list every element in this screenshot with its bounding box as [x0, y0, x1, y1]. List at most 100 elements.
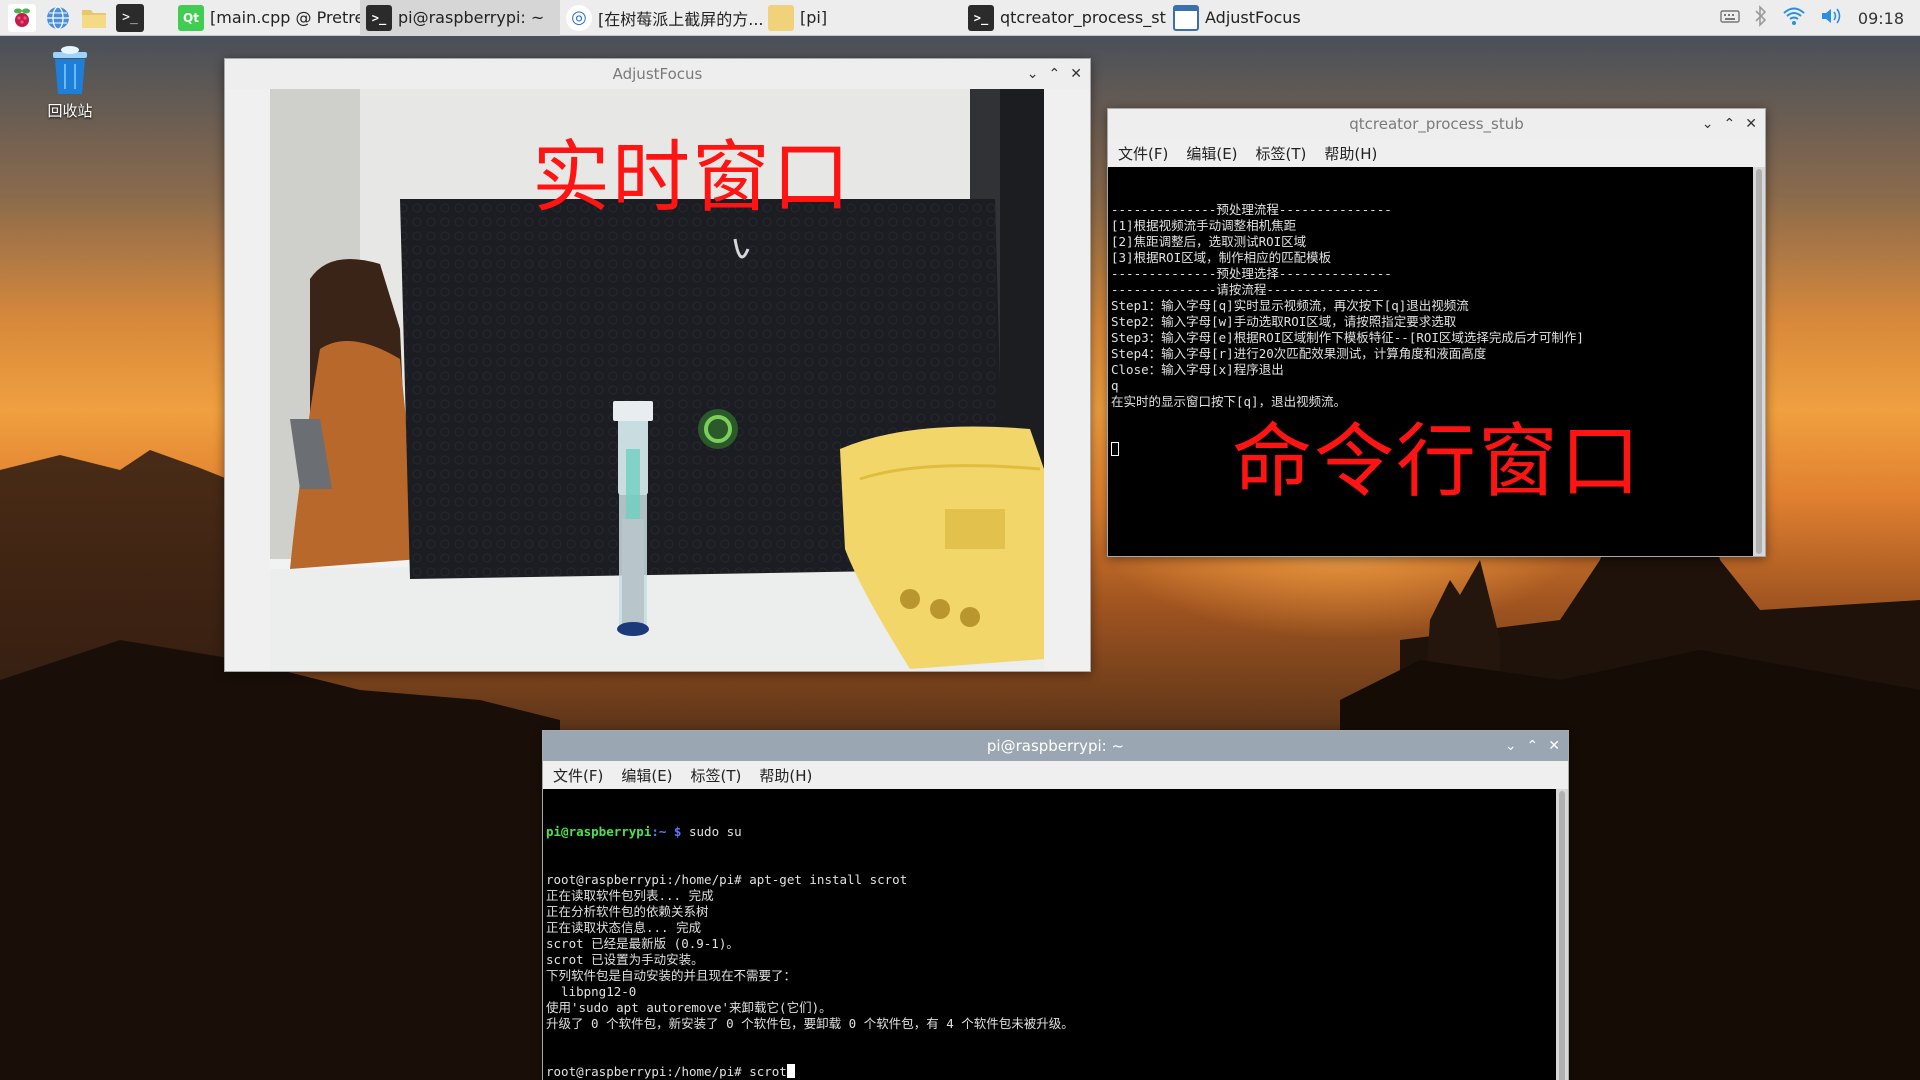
prompt-command: sudo su: [681, 824, 742, 839]
trash-icon: [53, 46, 87, 94]
taskbar: >_ Qt [main.cpp @ Pretreat... >_ pi@raspber…: [0, 0, 1920, 36]
terminal-line: 升级了 0 个软件包，新安装了 0 个软件包，要卸载 0 个软件包，有 4 个软…: [546, 1016, 1074, 1031]
prompt-user: pi@raspberrypi: [546, 824, 652, 839]
current-command: root@raspberrypi:/home/pi# scrot: [546, 1064, 787, 1079]
raspberry-menu-icon[interactable]: [8, 3, 36, 32]
scrollbar-thumb[interactable]: [1756, 169, 1762, 554]
window-controls: ⌄ ⌃ ✕: [1702, 109, 1757, 139]
terminal-line: Step4：输入字母[r]进行20次匹配效果测试，计算角度和液面高度: [1111, 346, 1487, 361]
menu-edit[interactable]: 编辑(E): [1186, 143, 1237, 164]
taskbar-task[interactable]: ◎ [在树莓派上截屏的方...: [560, 0, 762, 36]
web-browser-icon[interactable]: [44, 4, 72, 32]
command-window-label: 命令行窗口: [1232, 415, 1642, 508]
terminal-line: 正在读取软件包列表... 完成: [546, 888, 714, 903]
vertical-scrollbar[interactable]: [1753, 167, 1765, 556]
text-cursor: [786, 1064, 795, 1078]
menu-file[interactable]: 文件(F): [553, 765, 603, 786]
video-frame: 实时窗口: [270, 89, 1044, 671]
terminal-line: 正在读取状态信息... 完成: [546, 920, 702, 935]
terminal-line: [2]焦距调整后，选取测试ROI区域: [1111, 234, 1307, 249]
process-stub-titlebar[interactable]: qtcreator_process_stub ⌄ ⌃ ✕: [1108, 109, 1765, 139]
terminal-line: q: [1111, 378, 1119, 393]
task-label: qtcreator_process_stub: [1000, 8, 1167, 27]
maximize-icon[interactable]: ⌃: [1049, 66, 1061, 82]
menu-edit[interactable]: 编辑(E): [621, 765, 672, 786]
taskbar-task[interactable]: >_ qtcreator_process_stub: [962, 0, 1167, 36]
window-controls: ⌄ ⌃ ✕: [1027, 59, 1082, 89]
menu-help[interactable]: 帮助(H): [759, 765, 812, 786]
bluetooth-icon[interactable]: [1754, 5, 1768, 31]
taskbar-task[interactable]: AdjustFocus: [1167, 0, 1367, 36]
terminal-line: 正在分析软件包的依赖关系树: [546, 904, 709, 919]
window-controls: ⌄ ⌃ ✕: [1505, 731, 1560, 761]
terminal-line: root@raspberrypi:/home/pi# apt-get insta…: [546, 872, 908, 887]
terminal-line: --------------预处理选择---------------: [1111, 266, 1392, 281]
maximize-icon[interactable]: ⌃: [1527, 738, 1539, 754]
prompt-path: :~ $: [651, 824, 682, 839]
vertical-scrollbar[interactable]: [1556, 789, 1568, 1080]
terminal-line: libpng12-0: [546, 984, 637, 999]
taskbar-task[interactable]: [pi]: [762, 0, 962, 36]
process-stub-terminal[interactable]: --------------预处理流程--------------- [1]根据视…: [1108, 167, 1765, 556]
window-title: qtcreator_process_stub: [1349, 115, 1524, 133]
trash-label: 回收站: [47, 102, 93, 120]
window-title: pi@raspberrypi: ~: [986, 737, 1125, 755]
terminal-line: Step2：输入字母[w]手动选取ROI区域，请按照指定要求选取: [1111, 314, 1457, 329]
terminal-line: Step1：输入字母[q]实时显示视频流，再次按下[q]退出视频流: [1111, 298, 1469, 313]
trash-desktop-icon[interactable]: 回收站: [36, 44, 104, 121]
task-label: pi@raspberrypi: ~: [398, 8, 545, 27]
terminal-icon[interactable]: >_: [116, 3, 144, 32]
window-title: AdjustFocus: [612, 65, 703, 83]
realtime-window-label: 实时窗口: [532, 133, 853, 223]
task-label: [在树莓派上截屏的方...: [598, 9, 762, 29]
terminal-line: [1]根据视频流手动调整相机焦距: [1111, 218, 1297, 233]
process-stub-window: qtcreator_process_stub ⌄ ⌃ ✕ 文件(F) 编辑(E)…: [1107, 108, 1766, 557]
terminal-line: [3]根据ROI区域，制作相应的匹配模板: [1111, 250, 1332, 265]
terminal-icon: >_: [366, 4, 392, 31]
menu-tabs[interactable]: 标签(T): [691, 765, 742, 786]
terminal-line: 在实时的显示窗口按下[q]，退出视频流。: [1111, 394, 1347, 409]
taskbar-task[interactable]: >_ pi@raspberrypi: ~: [360, 0, 560, 36]
keyboard-icon[interactable]: [1720, 8, 1740, 28]
close-icon[interactable]: ✕: [1548, 738, 1560, 754]
file-manager-icon[interactable]: [80, 4, 108, 32]
terminal-window: pi@raspberrypi: ~ ⌄ ⌃ ✕ 文件(F) 编辑(E) 标签(T…: [542, 730, 1569, 1080]
text-cursor: [1111, 442, 1119, 456]
close-icon[interactable]: ✕: [1745, 116, 1757, 132]
close-icon[interactable]: ✕: [1070, 66, 1082, 82]
minimize-icon[interactable]: ⌄: [1027, 66, 1039, 82]
menu-tabs[interactable]: 标签(T): [1256, 143, 1307, 164]
minimize-icon[interactable]: ⌄: [1505, 738, 1517, 754]
scrollbar-thumb[interactable]: [1559, 791, 1565, 1080]
clock[interactable]: 09:18: [1858, 9, 1904, 28]
terminal-line: 下列软件包是自动安装的并且现在不需要了：: [546, 968, 797, 983]
terminal-area[interactable]: pi@raspberrypi:~ $ sudo su root@raspberr…: [543, 789, 1568, 1080]
qt-icon: Qt: [178, 4, 204, 31]
chromium-icon: ◎: [566, 4, 592, 31]
menu-file[interactable]: 文件(F): [1118, 143, 1168, 164]
terminal-line: scrot 已设置为手动安装。: [546, 952, 704, 967]
adjustfocus-window: AdjustFocus ⌄ ⌃ ✕ 实时窗口: [224, 58, 1091, 672]
task-label: [main.cpp @ Pretreat...: [210, 8, 360, 27]
folder-icon: [768, 4, 794, 31]
window-icon: [1173, 4, 1199, 31]
menu-help[interactable]: 帮助(H): [1324, 143, 1377, 164]
wifi-icon[interactable]: [1782, 6, 1806, 30]
volume-icon[interactable]: [1820, 6, 1844, 30]
terminal-line: --------------请按流程---------------: [1111, 282, 1380, 297]
terminal-output: --------------预处理流程--------------- [1]根据视…: [1111, 202, 1762, 410]
minimize-icon[interactable]: ⌄: [1702, 116, 1714, 132]
terminal-output: root@raspberrypi:/home/pi# apt-get insta…: [546, 872, 1565, 1032]
terminal-line: scrot 已经是最新版 (0.9-1)。: [546, 936, 739, 951]
terminal-line: Close：输入字母[x]程序退出: [1111, 362, 1284, 377]
terminal-current-line: root@raspberrypi:/home/pi# scrot: [546, 1064, 1565, 1080]
taskbar-task[interactable]: Qt [main.cpp @ Pretreat...: [172, 0, 360, 36]
terminal-line: Step3：输入字母[e]根据ROI区域制作下模板特征--[ROI区域选择完成后…: [1111, 330, 1584, 345]
task-list: Qt [main.cpp @ Pretreat... >_ pi@raspberryp…: [172, 0, 1367, 36]
maximize-icon[interactable]: ⌃: [1724, 116, 1736, 132]
adjustfocus-titlebar[interactable]: AdjustFocus ⌄ ⌃ ✕: [225, 59, 1090, 89]
task-label: [pi]: [800, 8, 828, 27]
terminal-titlebar[interactable]: pi@raspberrypi: ~ ⌄ ⌃ ✕: [543, 731, 1568, 761]
task-label: AdjustFocus: [1205, 8, 1301, 27]
terminal-icon: >_: [968, 4, 994, 31]
